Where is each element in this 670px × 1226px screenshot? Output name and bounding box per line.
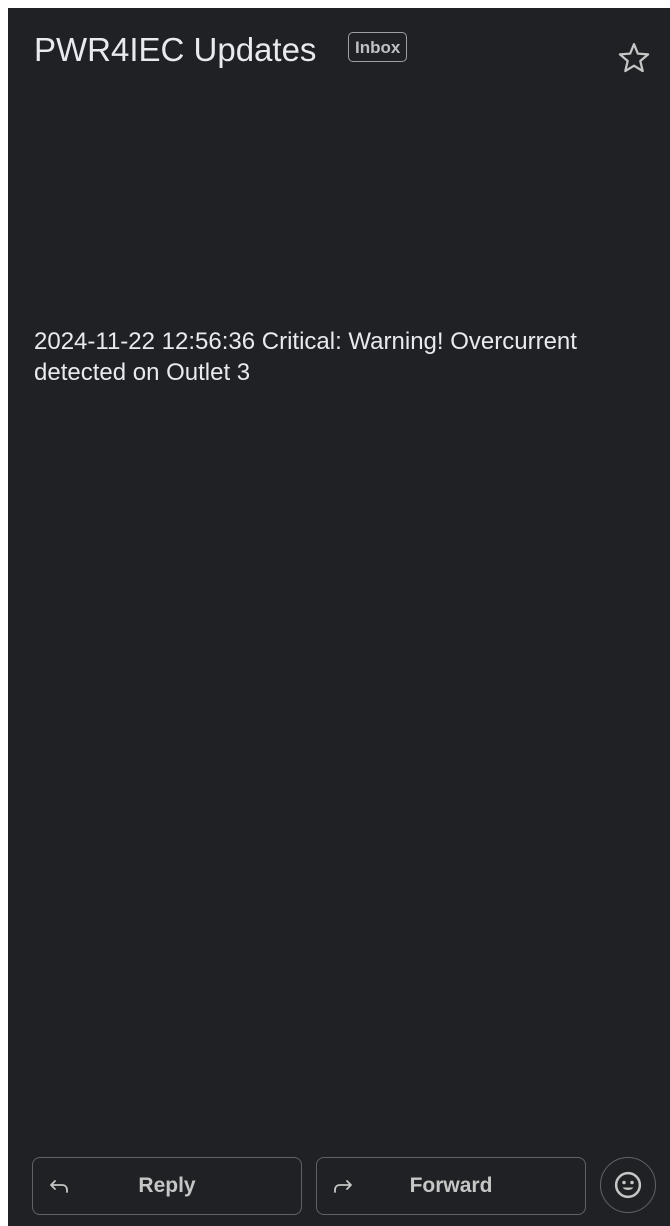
- email-view: PWR4IEC Updates Inbox 2024-11-22 12:56:3…: [8, 8, 670, 1226]
- emoji-reaction-button[interactable]: [600, 1157, 656, 1213]
- smiley-face-icon: [614, 1171, 642, 1199]
- email-subject: PWR4IEC Updates: [34, 31, 317, 68]
- forward-label: Forward: [409, 1174, 493, 1197]
- forward-button[interactable]: Forward: [316, 1157, 586, 1215]
- inbox-label-chip[interactable]: Inbox: [348, 32, 408, 62]
- email-header: PWR4IEC Updates Inbox: [34, 30, 656, 82]
- reply-label: Reply: [138, 1174, 196, 1197]
- star-icon[interactable]: [616, 40, 652, 76]
- email-body: 2024-11-22 12:56:36 Critical: Warning! O…: [34, 328, 577, 386]
- reply-button[interactable]: Reply: [32, 1157, 302, 1215]
- action-bar: Reply Forward: [32, 1157, 658, 1215]
